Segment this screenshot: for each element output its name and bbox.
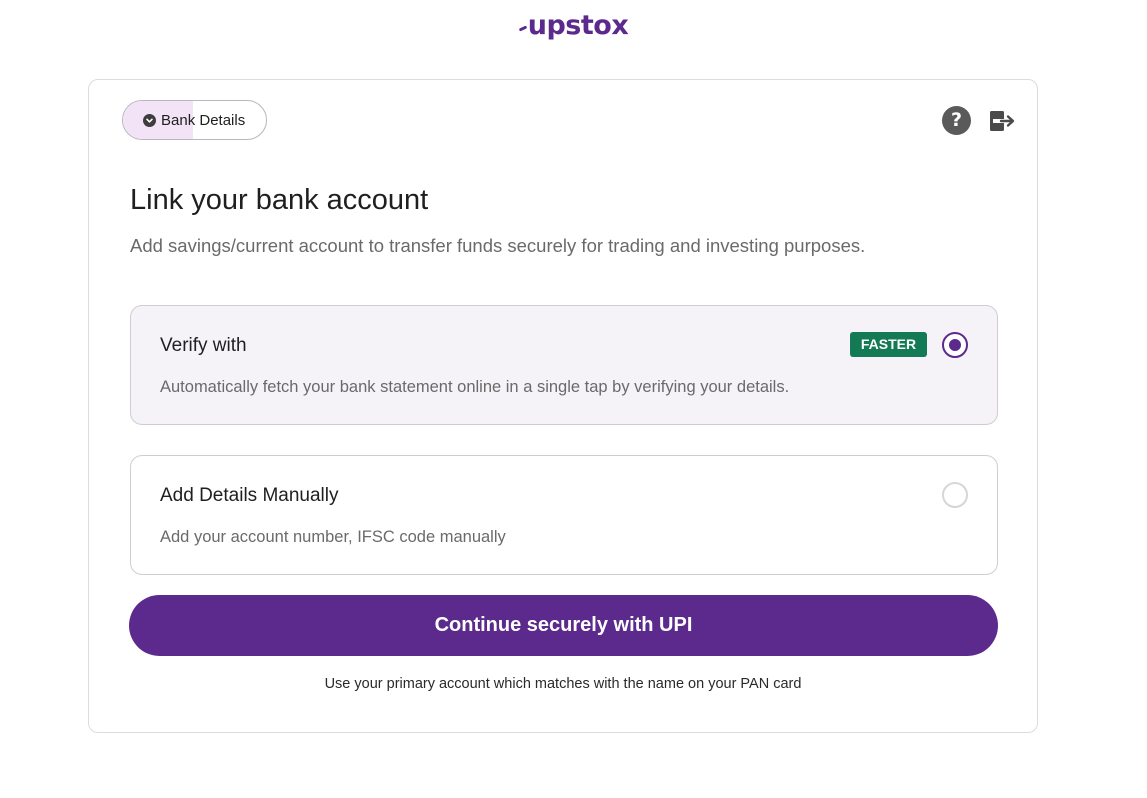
continue-upi-button[interactable]: Continue securely with UPI <box>129 595 998 656</box>
upstox-logo: upstox <box>0 10 1147 41</box>
bank-details-card: Bank Details ? Link your bank account Ad… <box>88 79 1038 733</box>
page-subtitle: Add savings/current account to transfer … <box>130 235 866 256</box>
option-description: Automatically fetch your bank statement … <box>160 378 790 396</box>
faster-badge: FASTER <box>850 332 927 357</box>
option-add-manually[interactable]: Add Details Manually Add your account nu… <box>130 455 998 575</box>
page-title: Link your bank account <box>130 184 429 216</box>
progress-label-part1: Bank <box>161 111 196 129</box>
logo-tick <box>518 25 528 32</box>
option-title: Add Details Manually <box>160 485 339 506</box>
option-title: Verify with <box>160 335 247 356</box>
progress-label-part2: Details <box>195 111 246 129</box>
option-description: Add your account number, IFSC code manua… <box>160 528 506 546</box>
progress-step-pill: Bank Details <box>122 100 267 140</box>
question-circle-icon[interactable]: ? <box>942 106 971 135</box>
logout-icon[interactable] <box>988 108 1016 134</box>
logo-text: upstox <box>527 10 629 41</box>
pan-note: Use your primary account which matches w… <box>324 676 802 692</box>
chevron-down-icon <box>143 113 156 127</box>
radio-selected[interactable] <box>942 332 968 358</box>
progress-label: Bank Details <box>123 101 266 139</box>
option-verify-with[interactable]: Verify with FASTER Automatically fetch y… <box>130 305 998 425</box>
radio-unselected[interactable] <box>942 482 968 508</box>
